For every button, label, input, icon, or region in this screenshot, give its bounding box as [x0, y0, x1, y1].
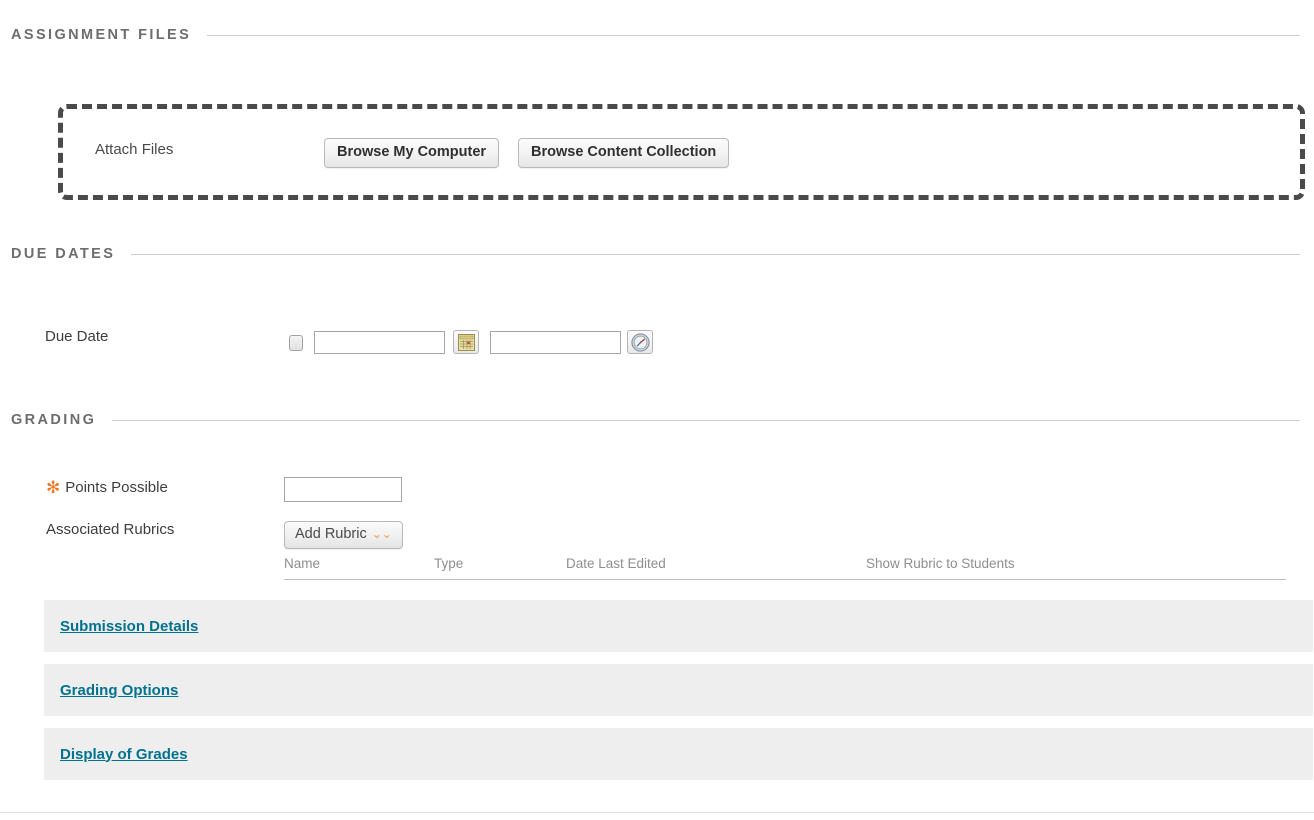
rubric-col-type: Type [434, 556, 566, 580]
due-date-time-input[interactable] [490, 331, 621, 354]
add-rubric-button[interactable]: Add Rubric ⌄⌄ [284, 521, 403, 549]
display-of-grades-link[interactable]: Display of Grades [60, 746, 188, 763]
clock-icon-button[interactable] [627, 330, 653, 354]
grading-options-link[interactable]: Grading Options [60, 682, 178, 699]
rubric-col-name: Name [284, 556, 434, 580]
page-bottom-divider [0, 812, 1314, 813]
browse-content-collection-button[interactable]: Browse Content Collection [518, 138, 730, 168]
rubric-table-header-row: Name Type Date Last Edited Show Rubric t… [284, 556, 1286, 580]
section-rule [112, 419, 1300, 421]
calendar-icon [457, 333, 475, 351]
section-header-assignment-files: ASSIGNMENT FILES [0, 25, 1300, 45]
section-title-due-dates: DUE DATES [11, 246, 116, 262]
associated-rubrics-label: Associated Rubrics [46, 521, 175, 538]
browse-my-computer-button[interactable]: Browse My Computer [324, 138, 500, 168]
collapsible-section-display-of-grades[interactable]: Display of Grades [44, 728, 1313, 780]
rubric-col-show-rubric-to-students: Show Rubric to Students [866, 556, 1286, 580]
due-date-checkbox[interactable] [289, 335, 303, 351]
collapsible-section-grading-options[interactable]: Grading Options [44, 664, 1313, 716]
chevron-double-down-icon: ⌄⌄ [371, 527, 392, 541]
rubric-table: Name Type Date Last Edited Show Rubric t… [284, 556, 1286, 580]
section-rule [207, 34, 1300, 36]
points-possible-input[interactable] [284, 477, 402, 502]
add-rubric-label: Add Rubric [295, 526, 367, 542]
due-date-label: Due Date [45, 328, 109, 345]
attach-files-label: Attach Files [95, 141, 174, 158]
rubric-col-date-last-edited: Date Last Edited [566, 556, 866, 580]
submission-details-link[interactable]: Submission Details [60, 618, 198, 635]
section-rule [131, 253, 1300, 255]
points-possible-label: ✻ Points Possible [46, 479, 168, 497]
section-header-due-dates: DUE DATES [0, 244, 1300, 264]
calendar-icon-button[interactable] [453, 330, 479, 354]
section-title-assignment-files: ASSIGNMENT FILES [11, 27, 192, 43]
required-field-asterisk-icon: ✻ [46, 478, 61, 498]
section-title-grading: GRADING [11, 412, 97, 428]
points-possible-label-text: Points Possible [65, 479, 168, 496]
clock-icon [630, 332, 650, 352]
section-header-grading: GRADING [0, 410, 1300, 430]
due-date-date-input[interactable] [314, 331, 445, 354]
collapsible-section-submission-details[interactable]: Submission Details [44, 600, 1313, 652]
